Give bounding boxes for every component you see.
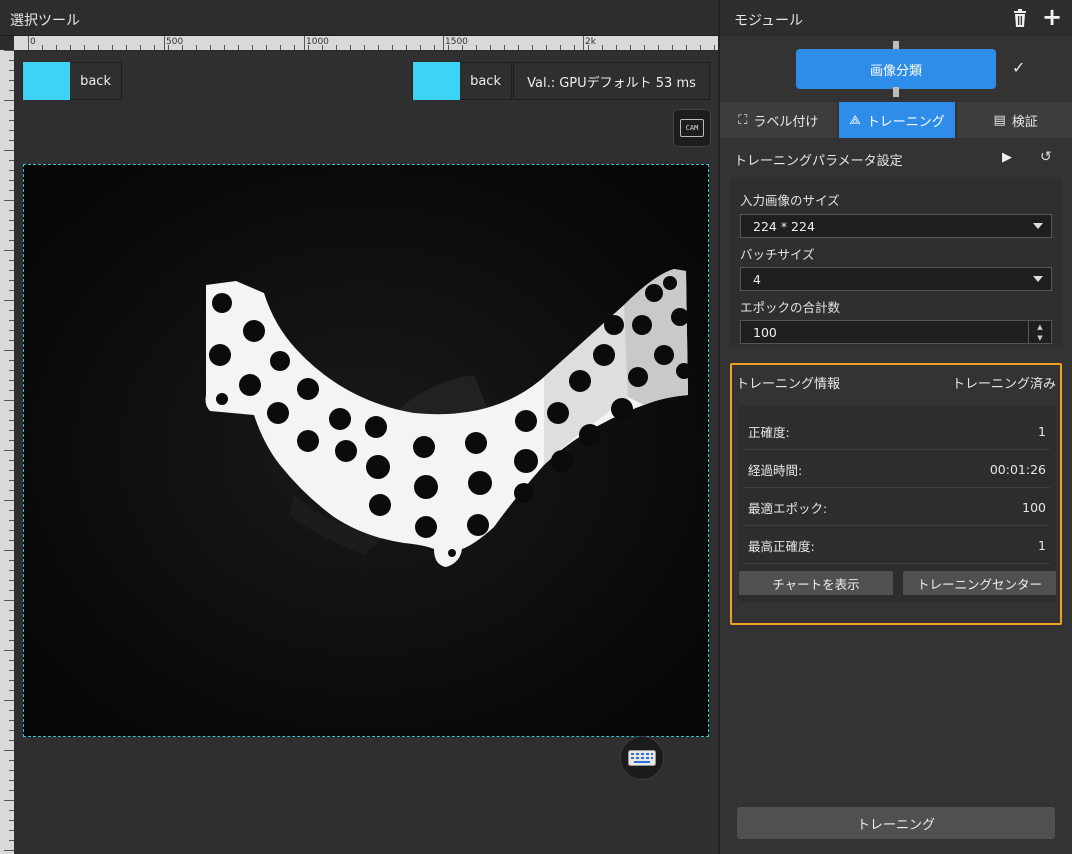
ruler-tick (4, 350, 14, 351)
ruler-label: 1000 (306, 37, 329, 47)
ruler-tick (4, 650, 14, 651)
caret-down-icon (1033, 223, 1043, 229)
class-label: back (470, 73, 501, 89)
ruler-tick (4, 100, 14, 101)
keyboard-icon (628, 750, 656, 766)
validation-info-text: Val.: GPUデフォルト 53 ms (527, 75, 696, 91)
train-button[interactable]: トレーニング (737, 807, 1055, 839)
ruler-tick (164, 36, 165, 50)
cam-toggle-button[interactable]: CAM (673, 109, 711, 147)
module-header: モジュール + (720, 0, 1072, 36)
metric-label: 経過時間: (748, 462, 803, 478)
check-icon: ✓ (1012, 58, 1026, 77)
metric-value: 00:01:26 (989, 461, 1046, 477)
input-size-select[interactable]: 224 * 224 (740, 214, 1052, 238)
ruler-tick (4, 450, 14, 451)
class-legend-right: back (412, 62, 512, 100)
ruler-tick (4, 700, 14, 701)
metric-value: 1 (1038, 423, 1046, 439)
caret-down-icon (1033, 276, 1043, 282)
tab-label: 検証 (1011, 114, 1038, 130)
params-title: トレーニングパラメータ設定 (734, 154, 903, 169)
training-info-panel: トレーニング情報 トレーニング済み 正確度: 1 経過時間: 00:01:26 … (730, 363, 1062, 625)
ruler-left (0, 50, 14, 854)
epoch-stepper[interactable]: ▲ ▼ (1028, 321, 1051, 343)
batch-size-value: 4 (753, 271, 761, 287)
stepper-down-icon[interactable]: ▼ (1029, 332, 1051, 343)
node-connector (893, 87, 899, 97)
metric-row: 経過時間: 00:01:26 (744, 451, 1050, 488)
class-label: back (80, 73, 111, 89)
metric-value: 1 (1038, 537, 1046, 553)
workpiece-image (24, 165, 708, 736)
bounding-box-icon: ⛶ (738, 112, 748, 128)
ruler-tick (443, 36, 444, 50)
module-tabs: ⛶ ラベル付け ⟁ トレーニング ▤ 検証 (720, 102, 1072, 138)
ruler-top: 0 500 1000 1500 2k (14, 36, 718, 50)
training-center-button[interactable]: トレーニングセンター (903, 571, 1056, 595)
tab-label: ラベル付け (753, 114, 819, 130)
ruler-tick (4, 300, 14, 301)
history-icon[interactable]: ↺ (1040, 149, 1052, 165)
tab-label: トレーニング (866, 114, 945, 130)
left-header: 選択ツール (0, 0, 718, 36)
class-legend-left: back (22, 62, 122, 100)
tab-validation[interactable]: ▤ 検証 (957, 102, 1072, 138)
ruler-tick (4, 750, 14, 751)
ruler-tick (583, 36, 584, 50)
epoch-total-label: エポックの合計数 (740, 300, 841, 315)
metric-label: 最適エポック: (748, 500, 828, 516)
training-info-title: トレーニング情報 (736, 377, 841, 392)
report-icon: ▤ (993, 112, 1006, 128)
class-color-swatch (23, 62, 71, 100)
training-metrics: 正確度: 1 経過時間: 00:01:26 最適エポック: 100 最高正確度:… (738, 405, 1056, 603)
metric-label: 正確度: (748, 424, 790, 440)
stepper-up-icon[interactable]: ▲ (1029, 321, 1051, 332)
batch-size-select[interactable]: 4 (740, 267, 1052, 291)
validation-info: Val.: GPUデフォルト 53 ms (513, 62, 710, 100)
plus-icon[interactable]: + (1042, 4, 1062, 30)
tab-training[interactable]: ⟁ トレーニング (838, 102, 956, 138)
show-chart-button[interactable]: チャートを表示 (739, 571, 893, 595)
module-title: モジュール (734, 13, 804, 29)
epoch-total-value: 100 (753, 324, 777, 340)
epoch-total-input[interactable]: 100 ▲ ▼ (740, 320, 1052, 344)
training-status: トレーニング済み (951, 377, 1056, 392)
module-node-image-classification[interactable]: 画像分類 (796, 49, 996, 89)
keyboard-button[interactable] (620, 736, 664, 780)
module-panel: モジュール + 画像分類 ✓ ⛶ ラベル付け ⟁ トレーニング ▤ 検証 トレー… (718, 0, 1072, 854)
network-icon: ⟁ (849, 112, 861, 128)
ruler-tick (4, 500, 14, 501)
metric-row: 最適エポック: 100 (744, 489, 1050, 526)
metric-label: 最高正確度: (748, 538, 815, 554)
input-size-value: 224 * 224 (753, 218, 815, 234)
ruler-tick (4, 50, 14, 51)
ruler-tick (4, 800, 14, 801)
trash-icon[interactable] (1010, 8, 1030, 28)
cam-icon: CAM (680, 119, 704, 137)
ruler-tick (4, 850, 14, 851)
ruler-tick (4, 150, 14, 151)
ruler-tick (4, 550, 14, 551)
ruler-tick (4, 600, 14, 601)
tab-labeling[interactable]: ⛶ ラベル付け (720, 102, 837, 138)
ruler-tick (304, 36, 305, 50)
ruler-tick (4, 250, 14, 251)
ruler-label: 0 (30, 37, 36, 47)
metric-row: 正確度: 1 (744, 413, 1050, 450)
ruler-tick (4, 400, 14, 401)
play-icon[interactable]: ▶ (1002, 150, 1012, 165)
input-size-label: 入力画像のサイズ (740, 193, 840, 208)
ruler-tick (4, 200, 14, 201)
batch-size-label: バッチサイズ (740, 247, 815, 262)
metric-value: 100 (1022, 499, 1046, 515)
class-color-swatch (413, 62, 461, 100)
ruler-label: 2k (585, 37, 596, 47)
metric-row: 最高正確度: 1 (744, 527, 1050, 564)
training-params: 入力画像のサイズ 224 * 224 バッチサイズ 4 エポックの合計数 100… (730, 178, 1062, 348)
image-canvas[interactable] (23, 164, 709, 737)
panel-title: 選択ツール (10, 13, 80, 29)
